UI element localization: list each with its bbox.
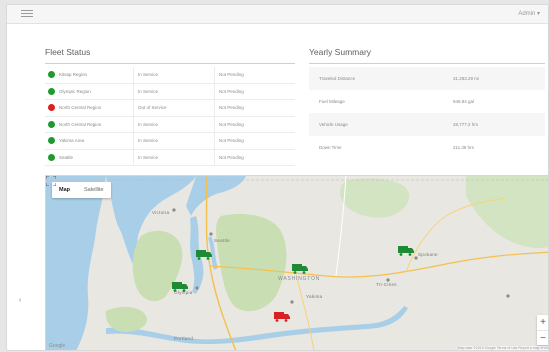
region-name: Olympic Region	[59, 88, 91, 94]
table-row[interactable]: Yakima Area In Service Not Pending	[45, 132, 295, 150]
truck-marker-icon[interactable]	[398, 246, 414, 256]
yearly-summary-title: Yearly Summary	[309, 47, 372, 57]
service-status: In Service	[133, 67, 215, 84]
service-status: In Service	[133, 149, 215, 166]
summary-row: Fuel Mileage 948.84 gal	[309, 90, 545, 113]
map-label-spokane: Spokane	[418, 252, 438, 257]
fleet-map[interactable]: Victoria Seattle WASHINGTON Yakima Spoka…	[45, 175, 548, 350]
summary-row: Vehicle Usage 28,777.2 hrs	[309, 113, 545, 136]
map-label-tri-cities: Tri-Cities	[376, 282, 397, 287]
service-status: In Service	[133, 132, 215, 150]
yearly-summary-table: Traveled Distance 31,283.29 mi Fuel Mile…	[309, 67, 545, 159]
user-menu[interactable]: Admin ▾	[518, 10, 540, 17]
table-row[interactable]: Seattle In Service Not Pending	[45, 149, 295, 166]
top-bar: Admin ▾	[7, 5, 548, 24]
region-name: North Central Region	[59, 121, 102, 127]
map-label-yakima: Yakima	[306, 294, 323, 299]
truck-marker-out-of-service-icon[interactable]	[274, 312, 290, 322]
summary-label: Vehicle Usage	[309, 113, 443, 136]
region-name: North Central Region	[59, 105, 102, 111]
truck-marker-icon[interactable]	[172, 282, 188, 292]
zoom-in-button[interactable]: +	[537, 315, 548, 331]
status-dot	[48, 137, 55, 144]
maintenance-status: Not Pending	[214, 99, 295, 117]
fullscreen-icon[interactable]	[46, 176, 56, 186]
summary-value: 948.84 gal	[453, 99, 475, 104]
region-name: Seattle	[59, 154, 74, 160]
service-status: In Service	[133, 116, 215, 133]
summary-row: Down Time 211.38 hrs	[309, 136, 545, 159]
zoom-out-button[interactable]: −	[537, 331, 548, 346]
summary-label: Fuel Mileage	[319, 99, 345, 104]
zoom-control: + −	[537, 315, 548, 346]
map-label-washington: WASHINGTON	[278, 276, 321, 282]
summary-value: 31,283.29 mi	[443, 67, 545, 90]
summary-label: Down Time	[319, 145, 342, 150]
device-frame: Admin ▾ Fleet Status Kitsap Region In Se…	[0, 0, 549, 352]
summary-row: Traveled Distance 31,283.29 mi	[309, 67, 545, 90]
status-dot	[48, 153, 55, 161]
region-name: Kitsap Region	[59, 72, 88, 78]
maintenance-status: Not Pending	[214, 132, 295, 150]
maintenance-status: Not Pending	[214, 149, 295, 166]
app-window: Admin ▾ Fleet Status Kitsap Region In Se…	[6, 4, 549, 351]
status-dot	[48, 104, 55, 111]
fleet-status-rule	[45, 63, 295, 64]
maintenance-status: Not Pending	[214, 83, 295, 100]
summary-value: 211.38 hrs	[453, 145, 474, 150]
maintenance-status: Not Pending	[214, 116, 295, 133]
table-row[interactable]: North Central Region In Service Not Pend…	[45, 116, 295, 133]
hamburger-menu-icon[interactable]	[21, 10, 33, 18]
truck-marker-icon[interactable]	[196, 250, 212, 260]
table-row[interactable]: Kitsap Region In Service Not Pending	[45, 67, 295, 84]
status-dot	[48, 71, 55, 78]
service-status: In Service	[133, 83, 215, 100]
map-type-toggle: Map Satellite	[52, 182, 111, 198]
map-label-portland: Portland	[174, 336, 194, 341]
region-name: Yakima Area	[59, 138, 85, 144]
map-type-satellite-button[interactable]: Satellite	[77, 182, 111, 198]
fleet-status-table: Kitsap Region In Service Not Pending Oly…	[45, 67, 295, 166]
map-attribution[interactable]: Map data ©2019 Google Terms of Use Repor…	[457, 346, 548, 350]
table-row[interactable]: Olympic Region In Service Not Pending	[45, 83, 295, 100]
yearly-summary-rule	[309, 63, 545, 64]
map-label-seattle: Seattle	[214, 238, 231, 243]
chevron-left-icon[interactable]: ‹	[19, 297, 21, 304]
map-label-victoria: Victoria	[152, 210, 170, 215]
status-dot	[48, 120, 55, 128]
status-dot	[48, 87, 55, 95]
maintenance-status: Not Pending	[214, 67, 295, 84]
fleet-status-title: Fleet Status	[45, 47, 91, 57]
table-row[interactable]: North Central Region Out of Service Not …	[45, 99, 295, 117]
summary-label: Traveled Distance	[309, 67, 443, 90]
summary-value: 28,777.2 hrs	[443, 113, 545, 136]
google-logo: Google	[49, 343, 66, 349]
truck-marker-icon[interactable]	[292, 264, 308, 274]
service-status: Out of Service	[133, 99, 215, 117]
